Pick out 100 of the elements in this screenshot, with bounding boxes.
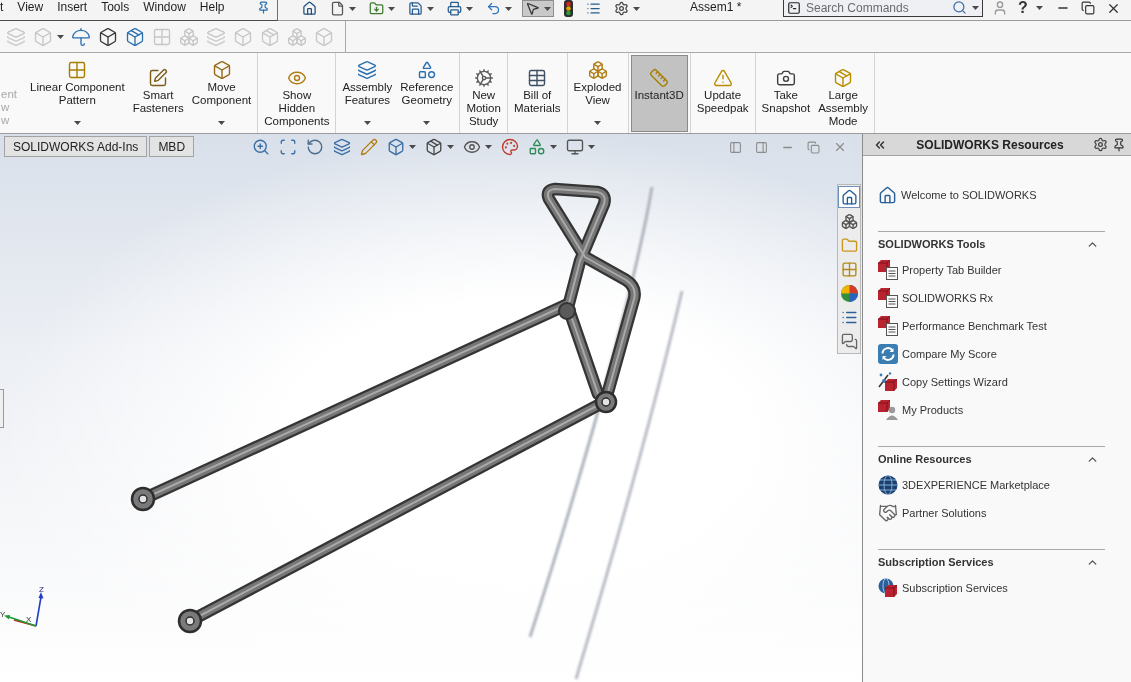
pointer-icon	[525, 1, 540, 16]
menu-item[interactable]: Help	[199, 0, 225, 14]
cube-document-icon[interactable]	[878, 260, 898, 280]
gear-icon	[473, 68, 494, 88]
monitor-icon[interactable]	[566, 138, 585, 156]
layers-icon	[357, 60, 378, 80]
help-button[interactable]: ?	[1018, 0, 1028, 16]
list-icon	[586, 1, 601, 16]
caret-icon[interactable]	[447, 145, 455, 149]
menu-item[interactable]: Tools	[101, 0, 130, 14]
resource-link[interactable]: Performance Benchmark Test	[902, 320, 1047, 332]
ruler-icon	[649, 68, 670, 88]
tab[interactable]: MBD	[149, 136, 195, 157]
palette-icon[interactable]	[501, 138, 520, 156]
caret-icon[interactable]	[409, 145, 417, 149]
ribbon-button[interactable]: Take Snapshot	[757, 55, 815, 132]
task-pane-tab[interactable]	[838, 282, 860, 304]
axis-label: X	[26, 615, 32, 624]
search-icon[interactable]	[952, 0, 967, 15]
folder-icon	[369, 1, 384, 16]
section-title: Online Resources	[878, 453, 972, 465]
ribbon-button[interactable]: Update Speedpak	[692, 55, 753, 132]
user-icon[interactable]	[992, 0, 1008, 16]
wand-cube-icon[interactable]	[878, 372, 898, 392]
frame-corners-icon[interactable]	[279, 138, 298, 156]
pin-icon[interactable]	[257, 1, 270, 14]
axis-label: Y	[0, 610, 6, 619]
ribbon-button[interactable]: Smart Fasteners	[128, 55, 188, 132]
ribbon-button[interactable]: New Motion Study	[462, 55, 505, 132]
search-box[interactable]: Search Commands	[783, 0, 983, 17]
handshake-icon[interactable]	[878, 503, 898, 523]
globe-cube-icon[interactable]	[878, 578, 898, 598]
cube-icon	[211, 60, 232, 80]
menu-item[interactable]: Insert	[57, 0, 88, 14]
panel-right-icon[interactable]	[755, 140, 768, 154]
eye-icon[interactable]	[463, 138, 482, 156]
package-icon[interactable]	[425, 138, 444, 156]
resource-link[interactable]: Partner Solutions	[902, 507, 987, 519]
save-icon	[408, 1, 423, 16]
ribbon-button[interactable]: Linear Component Pattern	[26, 55, 129, 132]
panel-left-icon[interactable]	[729, 140, 742, 154]
home-icon	[840, 188, 858, 206]
toolbar-button[interactable]	[561, 0, 576, 17]
ribbon-button[interactable]: Assembly Features	[338, 55, 397, 132]
ribbon-button[interactable]: Move Component	[187, 55, 256, 132]
color-ball-icon	[840, 284, 858, 302]
ribbon-button[interactable]: Bill of Materials	[509, 55, 565, 132]
welcome-link[interactable]: Welcome to SOLIDWORKS	[901, 189, 1037, 201]
caret-icon[interactable]	[550, 145, 558, 149]
grid-icon	[840, 260, 858, 278]
shapes-icon[interactable]	[528, 138, 547, 156]
caret-icon[interactable]	[1035, 6, 1043, 10]
caret-icon[interactable]	[972, 5, 979, 10]
ribbon-button[interactable]: Exploded View	[569, 55, 626, 132]
box-icon[interactable]	[98, 26, 118, 47]
settings-icon[interactable]	[1093, 137, 1108, 152]
ribbon-button[interactable]: Instant3D	[630, 55, 688, 132]
umbrella-icon[interactable]	[71, 26, 91, 47]
boxes-icon	[587, 60, 608, 80]
ribbon-button[interactable]: Show Hidden Components	[260, 55, 334, 132]
resource-link[interactable]: Property Tab Builder	[902, 264, 1002, 276]
section-title: Subscription Services	[878, 556, 994, 568]
tab[interactable]: SOLIDWORKS Add-Ins	[4, 136, 148, 157]
pencil-icon[interactable]	[360, 138, 379, 156]
toolbar-button[interactable]	[522, 0, 554, 17]
pin-icon[interactable]	[1112, 137, 1126, 152]
rotate-icon[interactable]	[306, 138, 325, 156]
cube-document-icon[interactable]	[878, 316, 898, 336]
search-field[interactable]: Search Commands	[806, 0, 947, 15]
cube-document-icon[interactable]	[878, 288, 898, 308]
zoom-in-icon[interactable]	[252, 138, 271, 156]
package-icon[interactable]	[125, 26, 145, 47]
section-title: SOLIDWORKS Tools	[878, 238, 986, 250]
resource-link[interactable]: 3DEXPERIENCE Marketplace	[902, 479, 1050, 491]
ribbon-button[interactable]: Reference Geometry	[396, 55, 458, 132]
cube-icon[interactable]	[387, 138, 406, 156]
menu-item[interactable]: View	[17, 0, 44, 14]
chat-icon	[840, 332, 858, 350]
printer-icon	[447, 1, 462, 16]
resource-link[interactable]: SOLIDWORKS Rx	[902, 292, 994, 304]
document-icon	[330, 1, 345, 16]
caret-icon[interactable]	[588, 145, 596, 149]
camera-icon	[775, 68, 796, 88]
resource-link[interactable]: Copy Settings Wizard	[902, 376, 1008, 388]
layers-icon[interactable]	[333, 138, 352, 156]
globe-icon[interactable]	[878, 475, 898, 495]
axis-label: Z	[39, 585, 44, 594]
cube-person-icon[interactable]	[878, 400, 898, 420]
menu-item[interactable]: Window	[143, 0, 186, 14]
menu-item[interactable]: t	[0, 0, 4, 14]
refresh-tile-icon[interactable]	[878, 344, 898, 364]
caret-icon[interactable]	[485, 145, 493, 149]
ribbon-button[interactable]: Large Assembly Mode	[814, 55, 873, 132]
restore-icon[interactable]	[1080, 1, 1095, 15]
home-icon[interactable]	[878, 185, 897, 205]
resource-link[interactable]: Compare My Score	[902, 348, 997, 360]
resource-link[interactable]: Subscription Services	[902, 582, 1008, 594]
y-axis-arrow	[4, 615, 37, 627]
resource-link[interactable]: My Products	[902, 404, 964, 416]
task-pane-tab[interactable]	[838, 186, 860, 208]
